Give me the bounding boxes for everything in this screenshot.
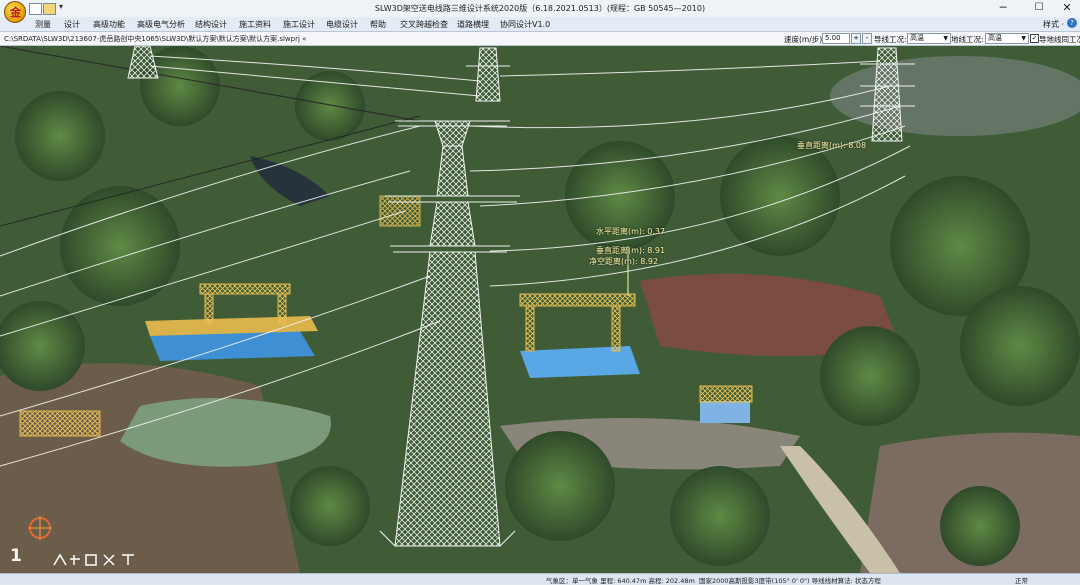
speed-decrease-button[interactable]: -: [862, 33, 872, 44]
menu-road-burial[interactable]: 道路横埋: [457, 19, 489, 30]
chevron-down-icon: ▼: [1021, 35, 1026, 42]
watermark-text-mark: [53, 553, 134, 566]
title-bar: 金 ▾ SLW3D架空送电线路三维设计系统2020版（6.18.2021.051…: [0, 0, 1080, 23]
status-bar: 气象区：单一气象 里程: 640.47m 高程: 202.48m 国家2000高…: [0, 573, 1080, 585]
terrain-field-left: [0, 363, 300, 573]
speed-increase-button[interactable]: +: [851, 33, 861, 44]
menu-construction-design[interactable]: 施工设计: [283, 19, 315, 30]
blue-pad-small: [700, 401, 750, 423]
3d-viewport[interactable]: 垂直距离(m): 8.08 水平距离(m): 0.37 垂直距离(m): 8.9…: [0, 46, 1080, 573]
scaffold-behind-tower: [379, 195, 421, 227]
menu-collab-design[interactable]: 协同设计V1.0: [500, 19, 550, 30]
menu-construction-data[interactable]: 施工资料: [239, 19, 271, 30]
conductor-condition-label: 导线工况:: [874, 35, 907, 44]
menu-electrical-analysis[interactable]: 高级电气分析: [137, 19, 185, 30]
status-state: 正常: [1015, 577, 1028, 585]
style-dropdown[interactable]: 样式 ·: [1043, 19, 1064, 30]
minimize-button[interactable]: ─: [988, 0, 1018, 17]
vertical-distance-label: 垂直距离(m): 8.91: [596, 246, 666, 255]
blue-pad-center: [520, 346, 640, 378]
blue-pad-left: [150, 331, 315, 361]
help-icon[interactable]: ?: [1067, 18, 1077, 28]
ground-wire-condition-value: 高温: [988, 34, 1002, 42]
speed-label: 速度(m/步):: [784, 35, 825, 44]
menu-structure-design[interactable]: 结构设计: [195, 19, 227, 30]
status-projection: 国家2000高斯投影3度带(105° 0' 0") 导线线材算法: 状态方程: [699, 577, 881, 585]
path-toolbar: C:\SRDATA\SLW3D\213607-虎岳路创中央1065\SLW3D\…: [0, 32, 1080, 46]
speed-input[interactable]: 5.00: [822, 33, 850, 44]
window-title: SLW3D架空送电线路三维设计系统2020版（6.18.2021.0513）(规…: [374, 4, 706, 13]
menu-advanced[interactable]: 高级功能: [93, 19, 125, 30]
terrain-haze: [830, 56, 1080, 136]
conductor-condition-value: 高温: [910, 34, 924, 42]
app-logo-icon[interactable]: 金: [4, 1, 26, 23]
menu-cable-design[interactable]: 电缆设计: [326, 19, 358, 30]
scaffold-far-left: [19, 410, 101, 437]
conductor-condition-select[interactable]: 高温 ▼: [907, 33, 951, 44]
maximize-button[interactable]: ☐: [1024, 0, 1054, 17]
menu-crossing-check[interactable]: 交叉跨越检查: [400, 19, 448, 30]
menu-survey[interactable]: 测量: [35, 19, 51, 30]
menu-bar: 测量 设计 高级功能 高级电气分析 结构设计 施工资料 施工设计 电缆设计 帮助…: [0, 17, 1080, 32]
clearance-label-top: 垂直距离(m): 8.08: [797, 141, 867, 150]
close-button[interactable]: ✕: [1052, 0, 1080, 17]
horizontal-distance-label: 水平距离(m): 0.37: [596, 227, 666, 236]
menu-help[interactable]: 帮助: [370, 19, 386, 30]
watermark-logo: 1: [10, 546, 22, 566]
scaffold-small: [699, 385, 753, 403]
ground-wire-condition-label: 地线工况:: [951, 35, 984, 44]
terrain-scene: [0, 46, 1080, 573]
ground-wire-condition-select[interactable]: 高温 ▼: [985, 33, 1029, 44]
project-path: C:\SRDATA\SLW3D\213607-虎岳路创中央1065\SLW3D\…: [4, 35, 307, 43]
net-clearance-label: 净空距离(m): 8.92: [589, 257, 659, 266]
sync-conditions-checkbox[interactable]: ✓: [1030, 34, 1039, 43]
sync-conditions-label: 导地线同工况: [1039, 35, 1080, 44]
chevron-down-icon: ▼: [943, 35, 948, 42]
status-location: 气象区：单一气象 里程: 640.47m 高程: 202.48m: [546, 577, 695, 585]
menu-design[interactable]: 设计: [64, 19, 80, 30]
